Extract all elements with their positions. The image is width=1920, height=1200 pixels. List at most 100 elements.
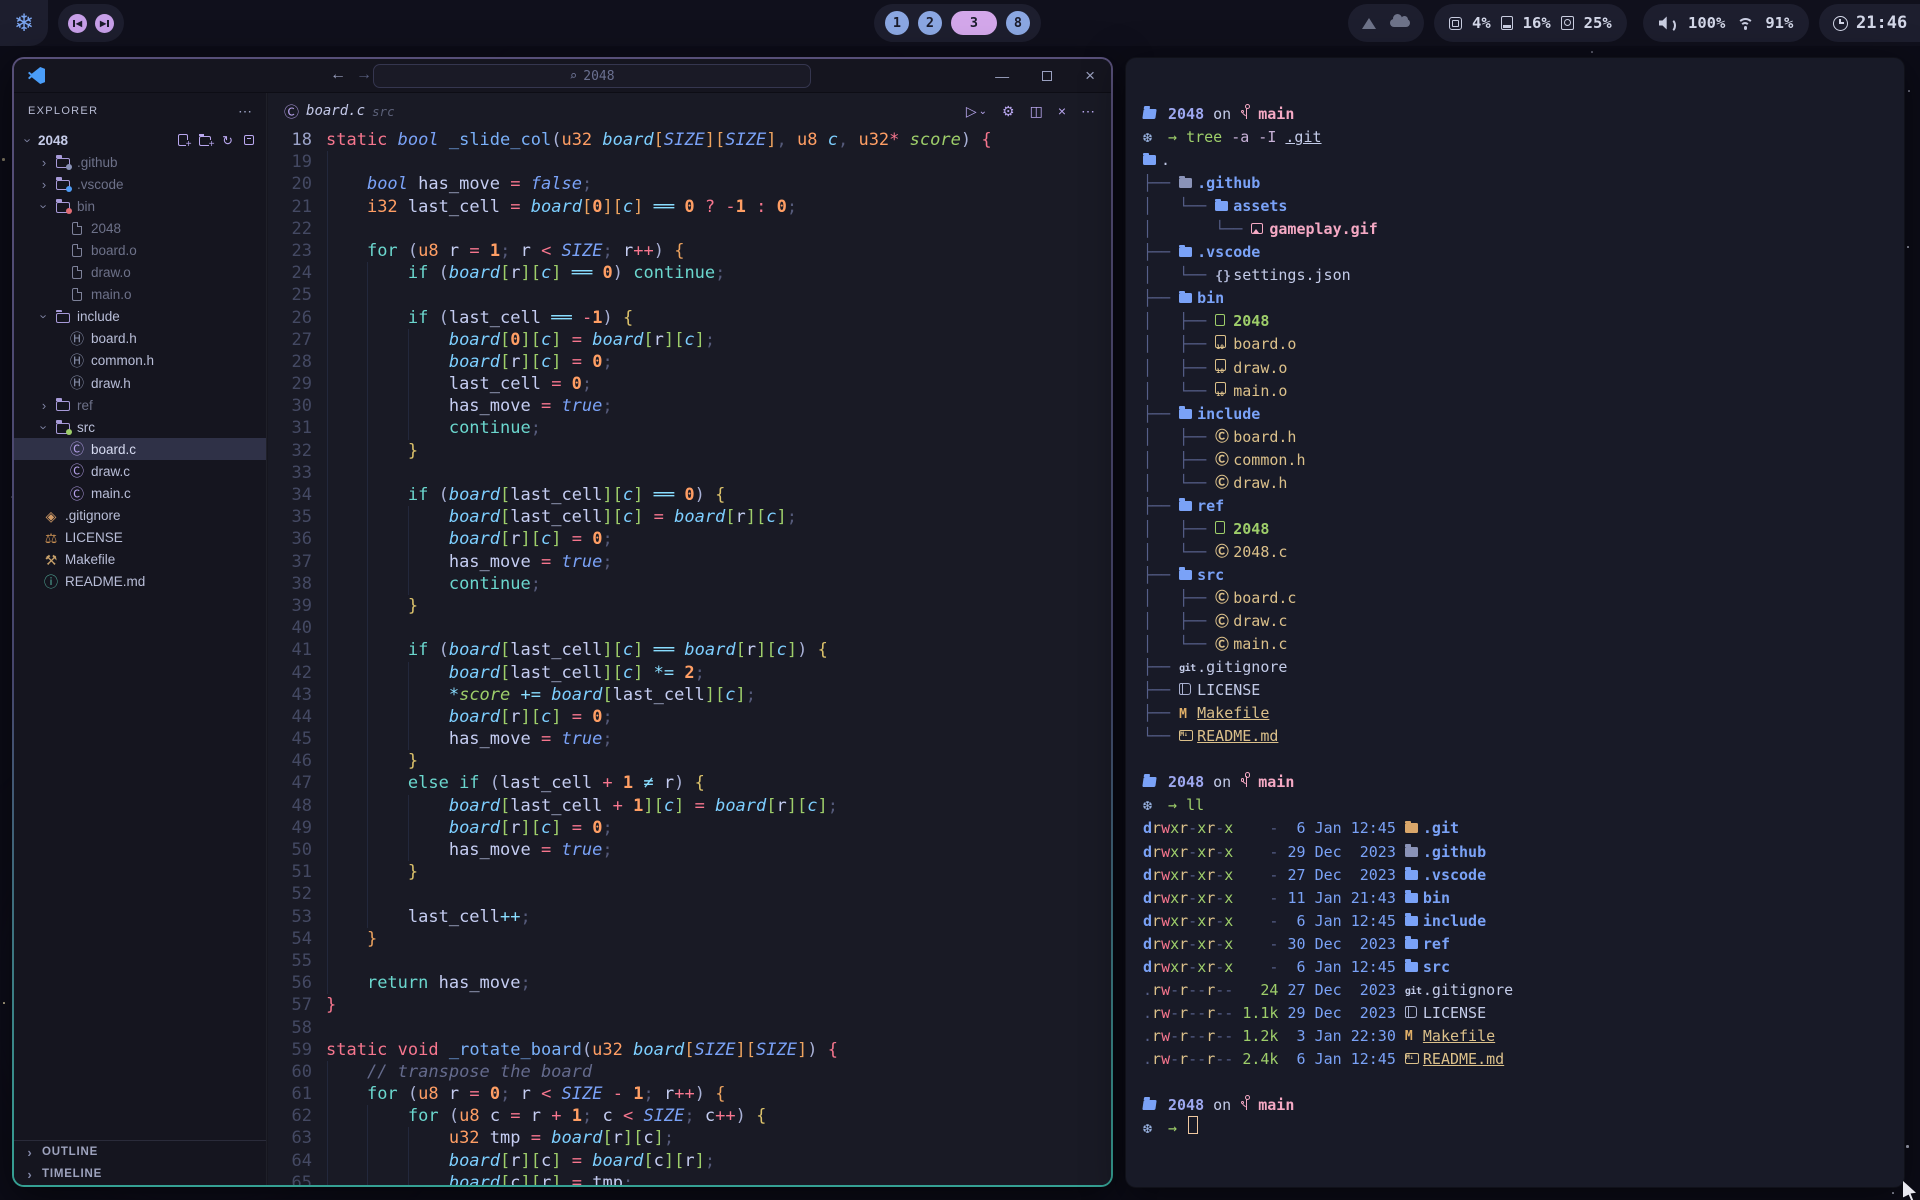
explorer-item-LICENSE[interactable]: ⚖LICENSE (14, 527, 266, 549)
code-line-38[interactable]: continue; (268, 573, 1111, 595)
code-line-56[interactable]: return has_move; (268, 972, 1111, 994)
code-area[interactable]: 1819202122232425262728293031323334353637… (268, 129, 1111, 1185)
code-line-64[interactable]: board[r][c] = board[c][r]; (268, 1150, 1111, 1172)
vpn-icon[interactable] (1362, 18, 1376, 29)
code-line-44[interactable]: board[r][c] = 0; (268, 706, 1111, 728)
explorer-item-ref[interactable]: ›ref (14, 394, 266, 416)
nix-menu-button[interactable]: ❄ (0, 0, 48, 46)
tab-board.c[interactable]: Ⓒ board.c src (268, 93, 411, 129)
explorer-item-src[interactable]: ›src (14, 416, 266, 438)
explorer-item-draw.h[interactable]: Ⓗdraw.h (14, 372, 266, 394)
nav-back-icon[interactable]: ← (330, 66, 346, 84)
new-file-icon[interactable] (178, 134, 188, 146)
run-button[interactable]: ▷ (966, 103, 977, 120)
code-line-22[interactable] (268, 218, 1111, 240)
code-line-20[interactable]: bool has_move = false; (268, 173, 1111, 195)
split-editor-icon[interactable]: ◫ (1030, 103, 1043, 120)
run-dropdown-icon[interactable]: ⌄ (979, 106, 987, 117)
code-line-32[interactable]: } (268, 440, 1111, 462)
code-line-19[interactable] (268, 151, 1111, 173)
code-line-39[interactable]: } (268, 595, 1111, 617)
code-line-61[interactable]: for (u8 r = 0; r < SIZE - 1; r++) { (268, 1083, 1111, 1105)
code-line-57[interactable]: } (268, 994, 1111, 1016)
code-line-29[interactable]: last_cell = 0; (268, 373, 1111, 395)
nav-forward-icon[interactable]: → (356, 66, 372, 84)
explorer-item-.gitignore[interactable]: ◈.gitignore (14, 505, 266, 527)
sidebar-section-outline[interactable]: ›OUTLINE (14, 1141, 266, 1163)
code-line-27[interactable]: board[0][c] = board[r][c]; (268, 329, 1111, 351)
close-button[interactable]: × (1085, 66, 1095, 86)
explorer-item-board.o[interactable]: board.o (14, 239, 266, 261)
code-line-18[interactable]: static bool _slide_col(u32 board[SIZE][S… (268, 129, 1111, 151)
media-prev-button[interactable]: ◀ (68, 14, 87, 33)
workspace-8[interactable]: 8 (1006, 11, 1030, 35)
collapse-all-icon[interactable] (244, 135, 254, 145)
explorer-item-2048[interactable]: ›2048↻ (14, 129, 266, 151)
wifi-icon[interactable] (1736, 17, 1754, 30)
new-folder-icon[interactable] (199, 136, 211, 146)
explorer-item-main.o[interactable]: main.o (14, 284, 266, 306)
cloud-icon[interactable] (1390, 19, 1410, 27)
command-center-search[interactable]: ⌕2048 (373, 64, 811, 88)
sidebar-section-timeline[interactable]: ›TIMELINE (14, 1163, 266, 1185)
maximize-button[interactable] (1042, 71, 1052, 81)
explorer-item-common.h[interactable]: Ⓗcommon.h (14, 350, 266, 372)
code-line-31[interactable]: continue; (268, 417, 1111, 439)
code-line-23[interactable]: for (u8 r = 1; r < SIZE; r++) { (268, 240, 1111, 262)
refresh-icon[interactable]: ↻ (222, 134, 233, 147)
code-line-50[interactable]: has_move = true; (268, 839, 1111, 861)
code-line-65[interactable]: board[c][r] = tmp; (268, 1172, 1111, 1185)
code-line-49[interactable]: board[r][c] = 0; (268, 817, 1111, 839)
code-line-43[interactable]: *score += board[last_cell][c]; (268, 684, 1111, 706)
code-line-48[interactable]: board[last_cell + 1][c] = board[r][c]; (268, 795, 1111, 817)
code-line-28[interactable]: board[r][c] = 0; (268, 351, 1111, 373)
code-line-34[interactable]: if (board[last_cell][c] ══ 0) { (268, 484, 1111, 506)
code-line-62[interactable]: for (u8 c = r + 1; c < SIZE; c++) { (268, 1105, 1111, 1127)
code-line-42[interactable]: board[last_cell][c] *= 2; (268, 662, 1111, 684)
workspace-3[interactable]: 3 (951, 11, 997, 35)
explorer-item-draw.o[interactable]: draw.o (14, 262, 266, 284)
code-line-37[interactable]: has_move = true; (268, 551, 1111, 573)
code-line-36[interactable]: board[r][c] = 0; (268, 528, 1111, 550)
code-line-41[interactable]: if (board[last_cell][c] ══ board[r][c]) … (268, 639, 1111, 661)
explorer-item-2048[interactable]: 2048 (14, 217, 266, 239)
media-next-button[interactable]: ▶ (95, 14, 114, 33)
explorer-item-board.h[interactable]: Ⓗboard.h (14, 328, 266, 350)
code-line-58[interactable] (268, 1017, 1111, 1039)
code-line-33[interactable] (268, 462, 1111, 484)
code-lines[interactable]: static bool _slide_col(u32 board[SIZE][S… (268, 129, 1111, 1185)
code-line-45[interactable]: has_move = true; (268, 728, 1111, 750)
workspace-2[interactable]: 2 (918, 11, 942, 35)
code-line-54[interactable]: } (268, 928, 1111, 950)
volume-icon[interactable] (1659, 16, 1677, 30)
minimize-button[interactable]: — (995, 68, 1009, 84)
close-editor-icon[interactable]: × (1058, 103, 1066, 119)
code-line-60[interactable]: // transpose the board (268, 1061, 1111, 1083)
more-actions-icon[interactable]: ⋯ (1081, 103, 1095, 120)
code-line-53[interactable]: last_cell++; (268, 906, 1111, 928)
explorer-item-board.c[interactable]: Ⓒboard.c (14, 438, 266, 460)
code-line-55[interactable] (268, 950, 1111, 972)
code-line-51[interactable]: } (268, 861, 1111, 883)
code-line-47[interactable]: else if (last_cell + 1 ≠ r) { (268, 772, 1111, 794)
code-line-40[interactable] (268, 617, 1111, 639)
code-line-21[interactable]: i32 last_cell = board[0][c] ══ 0 ? -1 : … (268, 196, 1111, 218)
code-line-24[interactable]: if (board[r][c] ══ 0) continue; (268, 262, 1111, 284)
explorer-more-icon[interactable]: ⋯ (238, 103, 252, 120)
code-line-25[interactable] (268, 284, 1111, 306)
code-line-63[interactable]: u32 tmp = board[r][c]; (268, 1127, 1111, 1149)
code-line-46[interactable]: } (268, 750, 1111, 772)
explorer-item-Makefile[interactable]: ⚒Makefile (14, 549, 266, 571)
code-line-52[interactable] (268, 883, 1111, 905)
explorer-item-draw.c[interactable]: Ⓒdraw.c (14, 460, 266, 482)
explorer-item-README.md[interactable]: ⓘREADME.md (14, 571, 266, 593)
explorer-item-main.c[interactable]: Ⓒmain.c (14, 483, 266, 505)
explorer-item-bin[interactable]: ›bin (14, 195, 266, 217)
vscode-titlebar[interactable]: ← → ⌕2048 — × (14, 59, 1111, 93)
workspace-1[interactable]: 1 (885, 11, 909, 35)
code-line-59[interactable]: static void _rotate_board(u32 board[SIZE… (268, 1039, 1111, 1061)
settings-gear-icon[interactable]: ⚙ (1002, 103, 1015, 120)
explorer-item-include[interactable]: ›include (14, 306, 266, 328)
explorer-item-.github[interactable]: ›.github (14, 151, 266, 173)
code-line-26[interactable]: if (last_cell ══ -1) { (268, 307, 1111, 329)
